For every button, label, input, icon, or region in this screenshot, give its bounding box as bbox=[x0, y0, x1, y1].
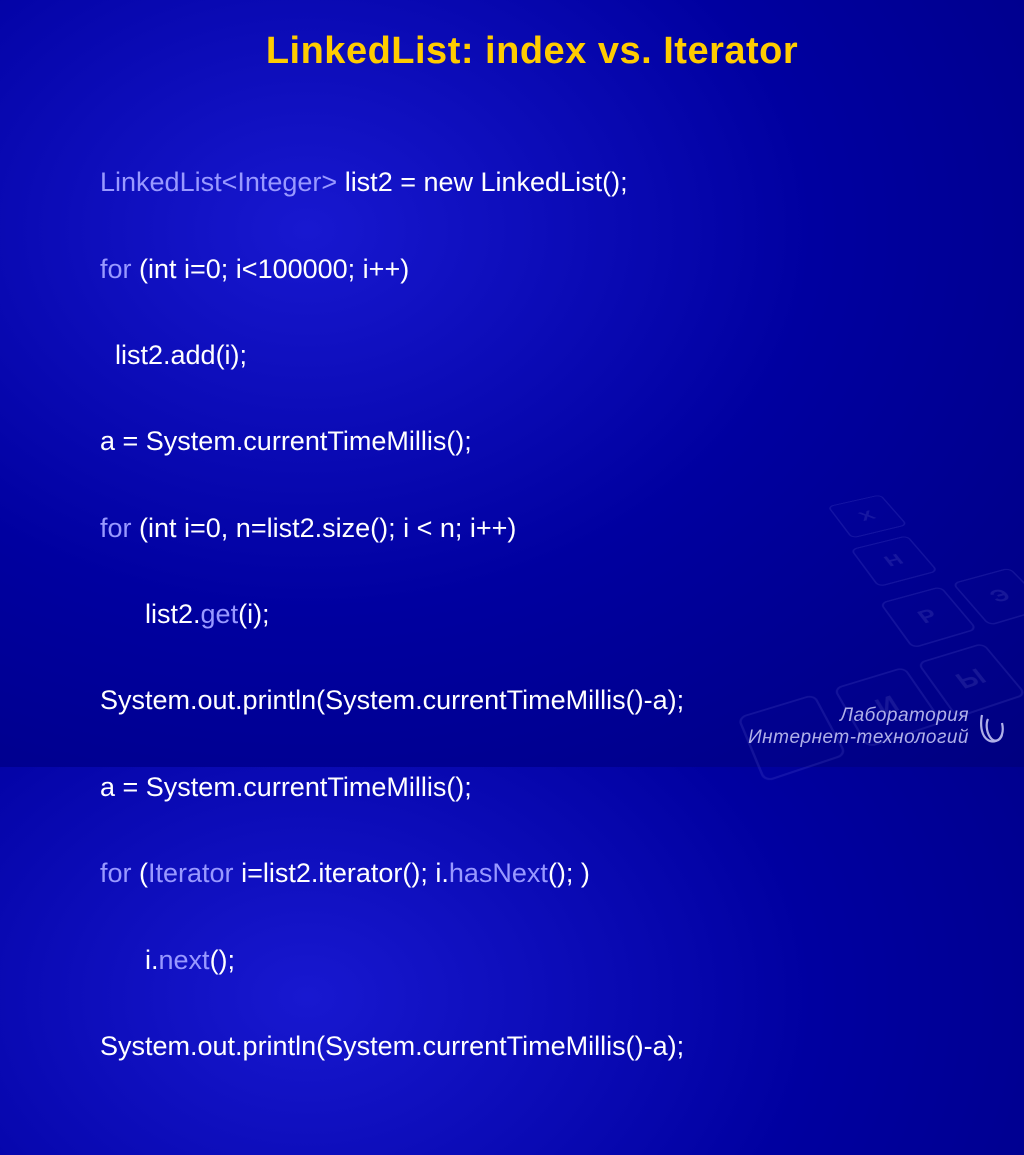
code-text: (); ) bbox=[548, 858, 590, 888]
code-text: list2 = new LinkedList(); bbox=[337, 167, 627, 197]
code-method: get bbox=[201, 599, 239, 629]
slide-title: LinkedList: index vs. Iterator bbox=[100, 30, 964, 73]
code-line: list2.add(i); bbox=[100, 334, 964, 377]
code-text: a = System.currentTimeMillis(); bbox=[100, 772, 472, 802]
code-line: LinkedList<Integer> list2 = new LinkedLi… bbox=[100, 161, 964, 204]
slide-container: LinkedList: index vs. Iterator LinkedLis… bbox=[0, 0, 1024, 767]
code-type: LinkedList<Integer> bbox=[100, 167, 337, 197]
code-text: System.out.println(System.currentTimeMil… bbox=[100, 685, 684, 715]
footer-branding: Лаборатория Интернет-технологий bbox=[748, 705, 969, 749]
logo-icon bbox=[974, 709, 1010, 749]
code-text: ( bbox=[132, 858, 149, 888]
code-text: (); bbox=[210, 945, 235, 975]
code-text: i. bbox=[100, 945, 159, 975]
code-text: a = System.currentTimeMillis(); bbox=[100, 426, 472, 456]
code-type: Iterator bbox=[148, 858, 234, 888]
footer-text-2: Интернет-технологий bbox=[748, 727, 969, 749]
code-line: a = System.currentTimeMillis(); bbox=[100, 766, 964, 809]
code-line: a = System.currentTimeMillis(); bbox=[100, 420, 964, 463]
code-line: for (int i=0; i<100000; i++) bbox=[100, 248, 964, 291]
code-block: LinkedList<Integer> list2 = new LinkedLi… bbox=[100, 118, 964, 1155]
code-keyword: for bbox=[100, 858, 132, 888]
code-text: System.out.println(System.currentTimeMil… bbox=[100, 1031, 684, 1061]
code-text: list2.add(i); bbox=[100, 340, 247, 370]
code-line: for (int i=0, n=list2.size(); i < n; i++… bbox=[100, 507, 964, 550]
code-text: (int i=0, n=list2.size(); i < n; i++) bbox=[132, 513, 517, 543]
code-keyword: for bbox=[100, 513, 132, 543]
code-text: (i); bbox=[238, 599, 269, 629]
code-keyword: for bbox=[100, 254, 132, 284]
code-line: i.next(); bbox=[100, 939, 964, 982]
code-line: list2.get(i); bbox=[100, 593, 964, 636]
code-method: hasNext bbox=[449, 858, 548, 888]
code-text: (int i=0; i<100000; i++) bbox=[132, 254, 410, 284]
code-line: System.out.println(System.currentTimeMil… bbox=[100, 1025, 964, 1068]
code-method: next bbox=[159, 945, 210, 975]
footer-text-1: Лаборатория bbox=[748, 705, 969, 727]
code-text: i=list2.iterator(); i. bbox=[234, 858, 449, 888]
code-text: list2. bbox=[100, 599, 201, 629]
code-line: for (Iterator i=list2.iterator(); i.hasN… bbox=[100, 852, 964, 895]
